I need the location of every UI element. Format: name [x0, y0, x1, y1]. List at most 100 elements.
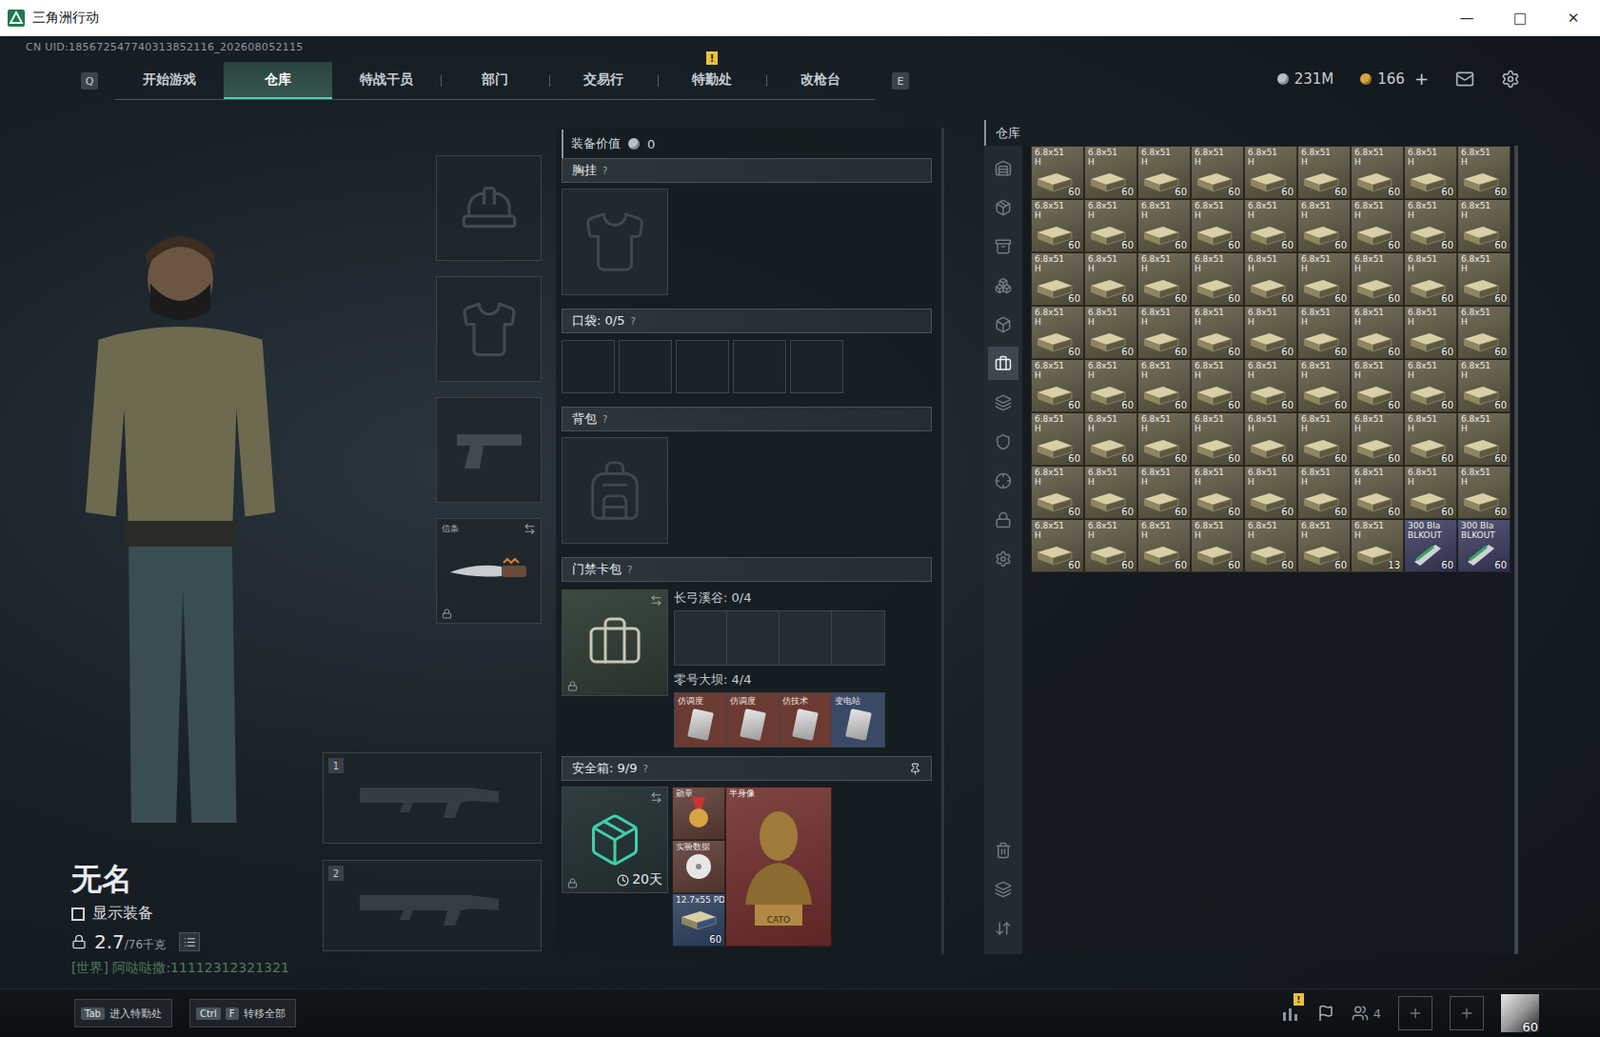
friends-button[interactable]: 4 — [1351, 1004, 1382, 1022]
warehouse-item[interactable]: 6.8x51H60 — [1190, 145, 1245, 199]
warehouse-item[interactable]: 6.8x51H60 — [1457, 465, 1511, 519]
nav-tab[interactable]: 开始游戏 — [115, 61, 224, 99]
warehouse-item[interactable]: 6.8x51H60 — [1084, 252, 1138, 306]
warehouse-tab[interactable] — [987, 385, 1019, 419]
warehouse-item[interactable]: 6.8x51H60 — [1084, 305, 1138, 359]
warehouse-item[interactable]: 6.8x51H60 — [1350, 198, 1404, 253]
warehouse-item[interactable]: 6.8x51H60 — [1350, 465, 1404, 519]
warehouse-item[interactable]: 6.8x51H60 — [1190, 412, 1245, 466]
scrollbar[interactable] — [1514, 145, 1519, 954]
warehouse-item[interactable]: 6.8x51H60 — [1350, 145, 1404, 199]
keycard-slot[interactable]: 仿技术 — [779, 692, 832, 747]
warehouse-item[interactable]: 6.8x51H60 — [1137, 465, 1191, 519]
warehouse-item[interactable]: 6.8x51H60 — [1297, 198, 1351, 253]
warehouse-item[interactable]: 6.8x51H60 — [1403, 412, 1458, 466]
warehouse-item[interactable]: 6.8x51H60 — [1137, 198, 1191, 253]
prev-tab-key[interactable]: Q — [80, 72, 99, 90]
warehouse-item[interactable]: 6.8x51H60 — [1137, 518, 1191, 573]
pocket-slot[interactable] — [675, 339, 730, 394]
safebox-item[interactable]: 实验数据 — [671, 839, 726, 893]
warehouse-item[interactable]: 6.8x51H60 — [1297, 305, 1351, 359]
safebox-item[interactable]: 12.7x55 PD60 — [671, 892, 726, 947]
warehouse-item[interactable]: 6.8x51H60 — [1297, 145, 1351, 199]
warehouse-tab[interactable] — [987, 346, 1019, 380]
warehouse-item[interactable]: 6.8x51H60 — [1244, 358, 1298, 413]
keycard-slot[interactable] — [779, 611, 832, 665]
warehouse-item[interactable]: 6.8x51H60 — [1457, 358, 1511, 413]
warehouse-item[interactable]: 6.8x51H60 — [1137, 305, 1191, 359]
flag-button[interactable] — [1317, 1004, 1335, 1022]
warehouse-item[interactable]: 6.8x51H60 — [1030, 305, 1085, 359]
nav-tab[interactable]: 特战干员 — [332, 61, 441, 99]
warehouse-item[interactable]: 6.8x51H60 — [1244, 198, 1298, 253]
warehouse-item[interactable]: 6.8x51H60 — [1244, 412, 1298, 466]
warehouse-item[interactable]: 6.8x51H60 — [1297, 518, 1351, 573]
warehouse-item[interactable]: 6.8x51H60 — [1297, 358, 1351, 413]
window-control[interactable]: — — [1440, 9, 1494, 27]
warehouse-item[interactable]: 6.8x51H60 — [1137, 145, 1191, 199]
checkbox[interactable] — [71, 907, 85, 921]
warehouse-item[interactable]: 6.8x51H60 — [1403, 145, 1458, 199]
warehouse-item[interactable]: 6.8x51H60 — [1457, 145, 1511, 199]
warehouse-action[interactable] — [987, 871, 1019, 906]
add-currency-button[interactable]: + — [1414, 68, 1429, 89]
stats-button[interactable]: ! — [1281, 1004, 1301, 1022]
melee-slot[interactable]: 信条 — [435, 517, 542, 624]
warehouse-item[interactable]: 6.8x51H60 — [1190, 305, 1245, 359]
warehouse-item[interactable]: 6.8x51H60 — [1244, 465, 1298, 519]
warehouse-tab[interactable] — [987, 541, 1019, 575]
warehouse-tab[interactable] — [987, 268, 1019, 302]
warehouse-item[interactable]: 300 BlaBLKOUT60 — [1403, 518, 1458, 573]
party-slot[interactable] — [1398, 995, 1433, 1030]
keycard-slot[interactable]: 仿调度 — [674, 692, 728, 747]
warehouse-item[interactable]: 6.8x51H60 — [1137, 412, 1191, 466]
keycard-case[interactable] — [561, 589, 669, 696]
warehouse-item[interactable]: 6.8x51H60 — [1350, 305, 1404, 359]
warehouse-item[interactable]: 6.8x51H60 — [1137, 358, 1191, 413]
warehouse-tab[interactable] — [987, 151, 1019, 185]
warehouse-item[interactable]: 6.8x51H60 — [1030, 412, 1085, 466]
warehouse-item[interactable]: 6.8x51H60 — [1297, 252, 1351, 306]
warehouse-item[interactable]: 6.8x51H60 — [1084, 198, 1138, 253]
warehouse-item[interactable]: 6.8x51H60 — [1244, 252, 1298, 306]
warehouse-item[interactable]: 6.8x51H60 — [1457, 198, 1511, 253]
warehouse-item[interactable]: 300 BlaBLKOUT60 — [1457, 518, 1511, 573]
warehouse-item[interactable]: 6.8x51H60 — [1084, 465, 1138, 519]
weapon-slot[interactable]: 2 — [322, 859, 542, 951]
warehouse-item[interactable]: 6.8x51H13 — [1350, 518, 1404, 573]
warehouse-item[interactable]: 6.8x51H60 — [1190, 465, 1245, 519]
warehouse-item[interactable]: 6.8x51H60 — [1403, 198, 1458, 253]
warehouse-tab[interactable] — [987, 229, 1019, 263]
window-control[interactable]: ✕ — [1546, 9, 1600, 27]
warehouse-item[interactable]: 6.8x51H60 — [1084, 358, 1138, 413]
party-slot[interactable] — [1449, 995, 1484, 1030]
warehouse-item[interactable]: 6.8x51H60 — [1084, 145, 1138, 199]
show-equipment-toggle[interactable]: 显示装备 — [71, 903, 323, 924]
nav-tab[interactable]: 交易行 — [549, 61, 658, 99]
weight-details-button[interactable] — [178, 931, 200, 951]
warehouse-tab[interactable] — [987, 307, 1019, 341]
warehouse-item[interactable]: 6.8x51H60 — [1084, 412, 1138, 466]
armor-slot[interactable] — [435, 276, 542, 382]
warehouse-item[interactable]: 6.8x51H60 — [1403, 252, 1458, 306]
warehouse-item[interactable]: 6.8x51H60 — [1457, 412, 1511, 466]
pocket-slot[interactable] — [618, 339, 672, 394]
window-control[interactable]: □ — [1493, 9, 1547, 27]
safebox-item[interactable]: 勋章 — [671, 786, 726, 840]
keycard-slot[interactable] — [831, 611, 885, 665]
keycard-slot[interactable]: 仿调度 — [727, 692, 780, 747]
warehouse-item[interactable]: 6.8x51H60 — [1030, 518, 1085, 573]
warehouse-tab[interactable] — [987, 424, 1019, 458]
warehouse-item[interactable]: 6.8x51H60 — [1030, 465, 1085, 519]
warehouse-item[interactable]: 6.8x51H60 — [1457, 305, 1511, 359]
warehouse-item[interactable]: 6.8x51H60 — [1190, 252, 1245, 306]
warehouse-action[interactable] — [987, 832, 1019, 867]
warehouse-item[interactable]: 6.8x51H60 — [1190, 358, 1245, 413]
warehouse-tab[interactable] — [987, 190, 1019, 224]
shortcut-hint[interactable]: CtrlF转移全部 — [189, 998, 297, 1028]
nav-tab[interactable]: 特勤处! — [657, 61, 767, 99]
safebox-item[interactable]: 半身像CATO — [725, 786, 832, 947]
warehouse-tab[interactable] — [987, 463, 1019, 497]
pin-button[interactable] — [908, 762, 922, 775]
warehouse-item[interactable]: 6.8x51H60 — [1350, 358, 1404, 413]
